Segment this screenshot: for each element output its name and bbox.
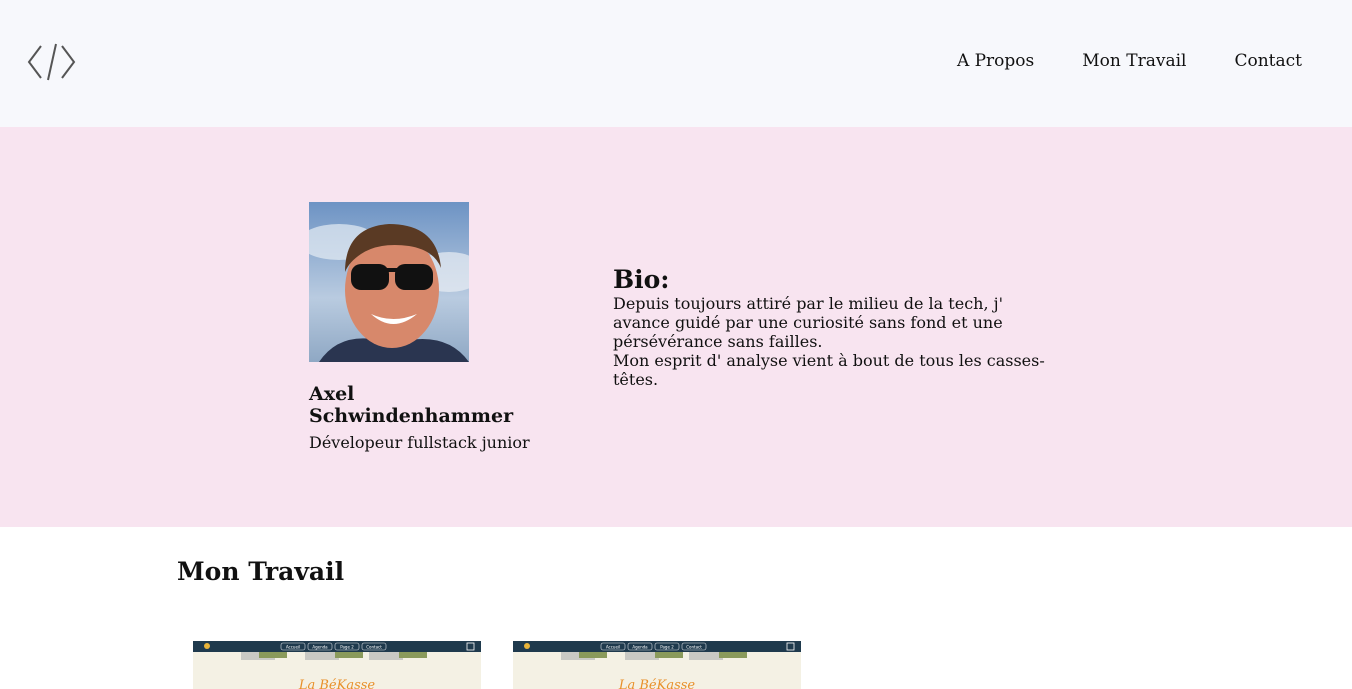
profile-photo	[309, 202, 469, 362]
profile-role: Dévelopeur fullstack junior	[309, 433, 530, 452]
card-menu-item: Page 2	[340, 645, 354, 650]
card-menu-item: Contact	[686, 645, 702, 650]
bio-title: Bio:	[613, 265, 670, 294]
card-brand: La BéKasse	[298, 678, 376, 689]
card-menu-item: Agenda	[632, 645, 648, 650]
work-title: Mon Travail	[177, 557, 345, 586]
nav-a-propos[interactable]: A Propos	[957, 51, 1034, 71]
nav-mon-travail[interactable]: Mon Travail	[1082, 51, 1186, 71]
card-brand: La BéKasse	[618, 678, 696, 689]
nav-contact[interactable]: Contact	[1234, 51, 1302, 71]
card-menu-item: Accueil	[286, 645, 300, 650]
site-header: A Propos Mon Travail Contact	[0, 0, 1352, 127]
profile-name: Axel Schwindenhammer	[309, 383, 514, 427]
main-nav: A Propos Mon Travail Contact	[957, 51, 1302, 71]
bio-line-1: Depuis toujours attiré par le milieu de …	[613, 294, 1003, 351]
bio-text: Depuis toujours attiré par le milieu de …	[613, 294, 1063, 389]
card-menu-item: Contact	[366, 645, 382, 650]
project-card[interactable]: Accueil Agenda Page 2 Contact La BéKasse	[513, 641, 801, 689]
card-menu-item: Agenda	[312, 645, 328, 650]
profile-section: Axel Schwindenhammer Dévelopeur fullstac…	[0, 127, 1352, 527]
code-brackets-icon[interactable]	[27, 43, 77, 81]
bio-line-2: Mon esprit d' analyse vient à bout de to…	[613, 351, 1045, 389]
project-card[interactable]: Accueil Agenda Page 2 Contact La BéKasse	[193, 641, 481, 689]
card-menu-item: Page 2	[660, 645, 674, 650]
card-menu-item: Accueil	[606, 645, 620, 650]
